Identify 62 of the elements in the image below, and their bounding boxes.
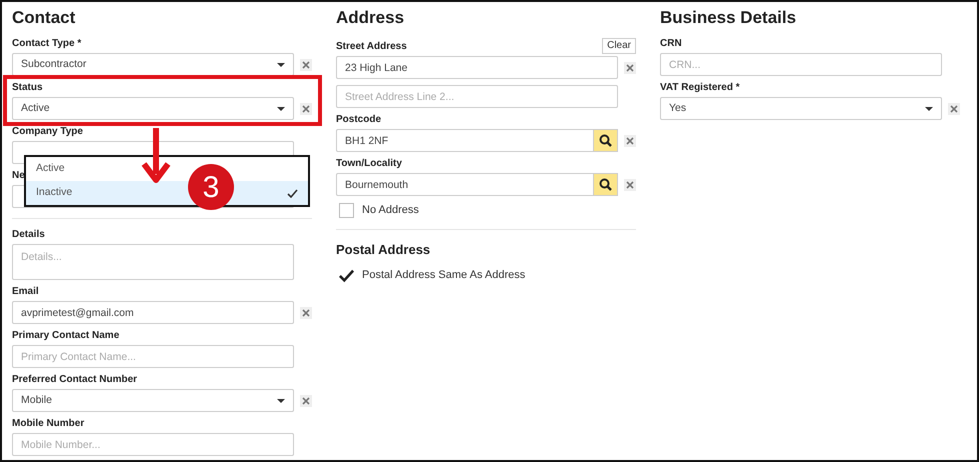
section-heading: Contact <box>12 8 76 28</box>
input-field[interactable]: Mobile Number... <box>12 433 294 456</box>
input-field[interactable]: Street Address Line 2... <box>336 85 618 108</box>
close-icon <box>626 136 634 144</box>
input-field[interactable]: CRN... <box>660 53 942 76</box>
checkbox[interactable] <box>339 202 354 218</box>
arrow <box>142 128 170 183</box>
clear-button[interactable] <box>948 102 960 114</box>
input-field[interactable]: Bournemouth <box>336 173 594 196</box>
section-subheading: Postal Address <box>336 240 432 258</box>
select-field[interactable]: Active <box>12 97 294 120</box>
caret-icon <box>277 106 285 110</box>
select-field[interactable]: Subcontractor <box>12 53 294 76</box>
clear-button[interactable] <box>624 62 636 74</box>
clear-button[interactable] <box>624 134 636 146</box>
close-icon <box>626 64 634 72</box>
field-label: CRN <box>660 38 682 50</box>
close-icon <box>302 104 310 112</box>
caret-icon <box>277 62 285 66</box>
field-label: Mobile Number <box>12 418 84 430</box>
field-label: Details <box>12 229 45 241</box>
search-icon <box>599 178 612 191</box>
close-icon <box>302 396 310 404</box>
select-field[interactable]: Mobile <box>12 389 294 412</box>
close-icon <box>302 308 310 316</box>
field-label: Town/Locality <box>336 158 402 170</box>
field-label: Postcode <box>336 114 382 126</box>
clear-button[interactable] <box>300 58 312 70</box>
check-icon <box>339 268 354 283</box>
field-label: Email <box>12 286 39 298</box>
input-field[interactable]: avprimetest@gmail.com <box>12 301 294 324</box>
field-label: VAT Registered * <box>660 82 740 94</box>
text-area[interactable]: Details... <box>12 244 294 280</box>
clear-button[interactable] <box>300 102 312 114</box>
section-heading: Business Details <box>660 8 798 28</box>
close-icon <box>302 60 310 68</box>
check-icon <box>287 188 298 198</box>
caret-icon <box>277 398 285 402</box>
input-field[interactable]: BH1 2NF <box>336 129 594 152</box>
close-icon <box>626 180 634 188</box>
search-icon <box>599 134 612 147</box>
field-label: Primary Contact Name <box>12 330 120 342</box>
input-field[interactable]: 23 High Lane <box>336 56 618 79</box>
search-button[interactable] <box>594 173 618 196</box>
caret-icon <box>925 106 933 110</box>
field-label: Company Type <box>12 126 83 138</box>
clear-text-button[interactable]: Clear <box>602 38 636 54</box>
close-icon <box>950 104 958 112</box>
search-button[interactable] <box>594 129 618 152</box>
field-label: Street Address <box>336 41 407 53</box>
select-field[interactable]: Yes <box>660 97 942 120</box>
checkbox-label: No Address <box>362 203 419 218</box>
field-label: Ne <box>12 170 25 182</box>
clear-button[interactable] <box>300 306 312 318</box>
input-field[interactable]: Primary Contact Name... <box>12 345 294 368</box>
clear-button[interactable] <box>624 178 636 190</box>
checkbox-label: Postal Address Same As Address <box>362 268 526 283</box>
field-label: Contact Type * <box>12 38 82 50</box>
field-label: Preferred Contact Number <box>12 374 138 386</box>
section-heading: Address <box>336 8 406 28</box>
clear-button[interactable] <box>300 394 312 406</box>
field-label: Status <box>12 82 43 94</box>
